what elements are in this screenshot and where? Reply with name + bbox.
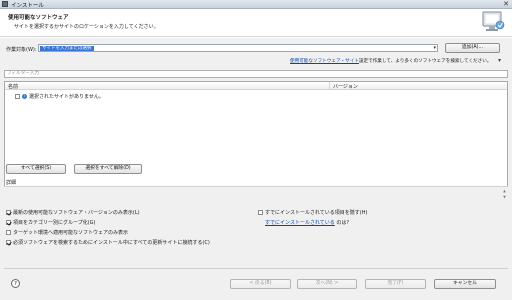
close-icon[interactable]: ✕ [503,0,509,8]
window-titlebar: インストール ✕ [0,0,512,9]
sites-info: 使用可能なソフトウェア・サイト設定で作業して、より多くのソフトウェアを検索してく… [290,57,501,64]
details-scrollbar[interactable]: ▲ ▼ [502,188,507,200]
view-menu-icon[interactable]: ▾ [498,57,501,64]
hide-installed-label: すでにインストールされている項目を隠す(H) [265,210,368,216]
wizard-header: 使用可能なソフトウェア サイトを選択するかサイトのロケーションを入力してください… [0,9,512,37]
scroll-down-icon[interactable]: ▼ [502,194,507,200]
finish-button[interactable]: 完了(F) [365,279,426,289]
column-name[interactable]: 名前 [8,83,18,90]
footer-separator [4,268,508,269]
already-installed-link[interactable]: すでにインストールされている [265,220,335,226]
work-with-label: 作業対象(W): [6,47,37,53]
next-button[interactable]: 次へ(N) > [297,279,357,289]
tree-header: 名前 バージョン [5,82,507,90]
already-installed-info: すでにインストールされている のは? [265,219,350,226]
row-label: 選択されたサイトがありません。 [29,94,104,100]
row-checkbox[interactable] [15,94,20,99]
page-description: サイトを選択するかサイトのロケーションを入力してください。 [14,24,159,30]
main-panel: 作業対象(W): サイトを入力または選択 ▾ 追加(A)... 使用可能なソフト… [0,38,512,300]
help-icon[interactable]: ? [11,279,20,288]
chevron-down-icon[interactable]: ▾ [433,45,436,52]
tree-row[interactable]: i 選択されたサイトがありません。 [15,93,104,100]
target-env-only-label: ターゲット環境へ適用可能なソフトウェアのみ表示 [13,230,129,236]
option-group-by-category[interactable]: 項目をカテゴリー別にグループ化(G) [6,219,96,226]
target-env-only-checkbox[interactable] [6,230,11,235]
details-area: ▲ ▼ [4,186,508,200]
group-by-category-checkbox[interactable] [6,220,11,225]
monitor-install-icon [482,11,505,31]
latest-only-label: 最新の使用可能なソフトウェア・バージョンのみ表示(L) [13,210,140,216]
deselect-all-button[interactable]: 選択をすべて解除(D) [74,164,142,174]
option-contact-all-sites[interactable]: 必須ソフトウェアを検索するためにインストール中にすべての更新サイトに接続する(C… [6,239,210,246]
contact-all-sites-label: 必須ソフトウェアを検索するためにインストール中にすべての更新サイトに接続する(C… [13,240,210,246]
hide-installed-checkbox[interactable] [258,210,263,215]
software-tree[interactable]: 名前 バージョン i 選択されたサイトがありません。 [4,81,508,197]
filter-input[interactable]: フィルター入力 [4,70,508,78]
add-site-button[interactable]: 追加(A)... [445,43,500,53]
option-target-env-only[interactable]: ターゲット環境へ適用可能なソフトウェアのみ表示 [6,229,129,236]
option-latest-only[interactable]: 最新の使用可能なソフトウェア・バージョンのみ表示(L) [6,209,140,216]
back-button[interactable]: < 戻る(B) [230,279,291,289]
group-by-category-label: 項目をカテゴリー別にグループ化(G) [13,220,96,226]
available-sites-link[interactable]: 使用可能なソフトウェア・サイト [290,59,359,64]
app-icon [2,1,8,7]
select-all-button[interactable]: すべて選択(S) [6,164,66,174]
option-hide-installed[interactable]: すでにインストールされている項目を隠す(H) [258,209,368,216]
window-title: インストール [11,3,44,9]
already-installed-suffix: のは? [334,220,350,226]
work-with-value[interactable]: サイトを入力または選択 [40,46,94,51]
latest-only-checkbox[interactable] [6,210,11,215]
details-label: 詳細 [6,180,17,186]
column-version[interactable]: バージョン [329,82,358,90]
cancel-button[interactable]: キャンセル [434,279,496,289]
page-title: 使用可能なソフトウェア [8,15,69,21]
info-icon: i [22,94,27,99]
contact-all-sites-checkbox[interactable] [6,240,11,245]
work-with-combo[interactable]: サイトを入力または選択 ▾ [38,44,438,52]
sites-info-text: 設定で作業して、より多くのソフトウェアを検索してください。 [358,59,492,64]
